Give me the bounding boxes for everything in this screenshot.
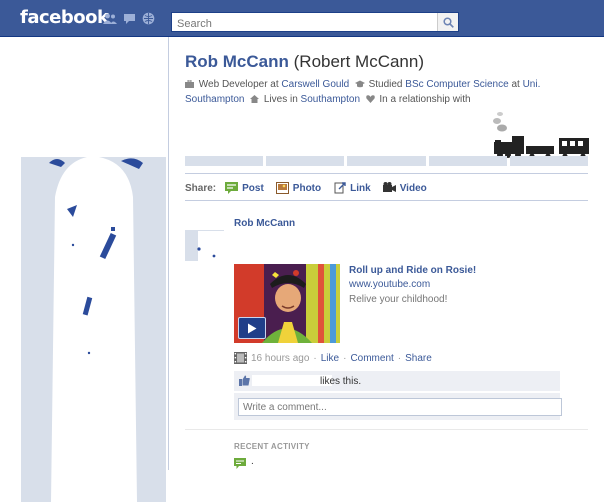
heart-icon <box>365 93 375 103</box>
share-video-button[interactable]: Video <box>382 182 427 194</box>
play-icon <box>248 323 257 333</box>
comment-box <box>234 393 562 420</box>
profile-name[interactable]: Rob McCann <box>185 52 289 71</box>
profile-tabs <box>185 156 589 166</box>
separator: · <box>397 352 402 364</box>
status-icon <box>225 182 239 194</box>
status-icon <box>234 458 246 469</box>
separator: · <box>343 352 347 364</box>
search-icon <box>442 16 454 28</box>
divider <box>185 429 588 430</box>
story-meta: 16 hours ago · Like · Comment · Share <box>234 352 432 364</box>
profile-tab[interactable] <box>428 156 507 166</box>
profile-tab[interactable] <box>266 156 345 166</box>
comment-link[interactable]: Comment <box>350 353 393 364</box>
divider <box>185 200 588 201</box>
search-button[interactable] <box>437 13 458 31</box>
share-video-label: Video <box>399 182 427 194</box>
profile-info: Web Developer at Carswell Gould Studied … <box>185 77 585 107</box>
profile-alternate-name: (Robert McCann) <box>293 52 424 71</box>
story-author-link[interactable]: Rob McCann <box>234 218 295 229</box>
profile-tab[interactable] <box>347 156 426 166</box>
share-link-label: Link <box>350 182 371 194</box>
study-course-link[interactable]: BSc Computer Science <box>405 79 508 90</box>
study-label: Studied <box>368 79 403 90</box>
share-link-button[interactable]: Link <box>333 182 371 194</box>
recent-activity-heading: RECENT ACTIVITY <box>234 442 310 451</box>
shared-link-description: Relive your childhood! <box>349 294 448 305</box>
thumbs-up-icon <box>239 375 250 386</box>
likes-text: likes this. <box>320 376 362 387</box>
share-post-button[interactable]: Post <box>225 182 264 194</box>
friend-requests-icon[interactable] <box>103 12 117 25</box>
photo-icon <box>275 182 289 194</box>
like-link[interactable]: Like <box>321 353 339 364</box>
video-thumbnail[interactable] <box>234 264 340 343</box>
video-icon <box>382 182 396 194</box>
facebook-logo[interactable]: facebook <box>20 7 109 28</box>
shared-link-title[interactable]: Roll up and Ride on Rosie! <box>349 265 476 276</box>
profile-tab[interactable] <box>509 156 589 166</box>
briefcase-icon <box>185 78 194 88</box>
study-at-label: at <box>511 79 520 90</box>
recent-activity-item: . <box>251 456 254 467</box>
relationship-label: In a relationship with <box>379 94 471 105</box>
likes-bar: likes this. <box>234 371 560 391</box>
share-label: Share: <box>185 182 217 194</box>
story-author-avatar[interactable] <box>185 230 224 261</box>
film-icon <box>234 352 247 364</box>
left-column <box>0 37 169 502</box>
train-graphic <box>490 108 590 160</box>
share-photo-label: Photo <box>292 182 322 194</box>
messages-icon[interactable] <box>122 12 136 25</box>
graduation-cap-icon <box>354 78 365 88</box>
profile-name-line: Rob McCann (Robert McCann) <box>185 52 424 72</box>
comment-input[interactable] <box>238 398 562 416</box>
share-photo-button[interactable]: Photo <box>275 182 322 194</box>
play-button[interactable] <box>238 317 266 339</box>
profile-tab[interactable] <box>185 156 264 166</box>
jewel-icons <box>103 12 155 25</box>
shared-link-domain[interactable]: www.youtube.com <box>349 279 430 290</box>
work-place-link[interactable]: Carswell Gould <box>281 79 349 90</box>
divider <box>185 173 588 174</box>
work-label: Web Developer at <box>198 79 279 90</box>
separator: · <box>313 352 317 364</box>
lives-label: Lives in <box>263 94 298 105</box>
link-icon <box>333 182 346 194</box>
share-post-label: Post <box>242 182 264 194</box>
share-bar: Share: Post Photo Link Video <box>185 181 439 195</box>
profile-picture[interactable] <box>21 157 166 502</box>
lives-place-link[interactable]: Southampton <box>301 94 361 105</box>
notifications-icon[interactable] <box>141 12 155 25</box>
share-link[interactable]: Share <box>405 353 432 364</box>
top-bar: facebook <box>0 0 604 37</box>
search-input[interactable] <box>172 13 444 35</box>
search-box <box>171 12 459 35</box>
home-icon <box>250 93 260 103</box>
story-timestamp[interactable]: 16 hours ago <box>251 353 309 364</box>
